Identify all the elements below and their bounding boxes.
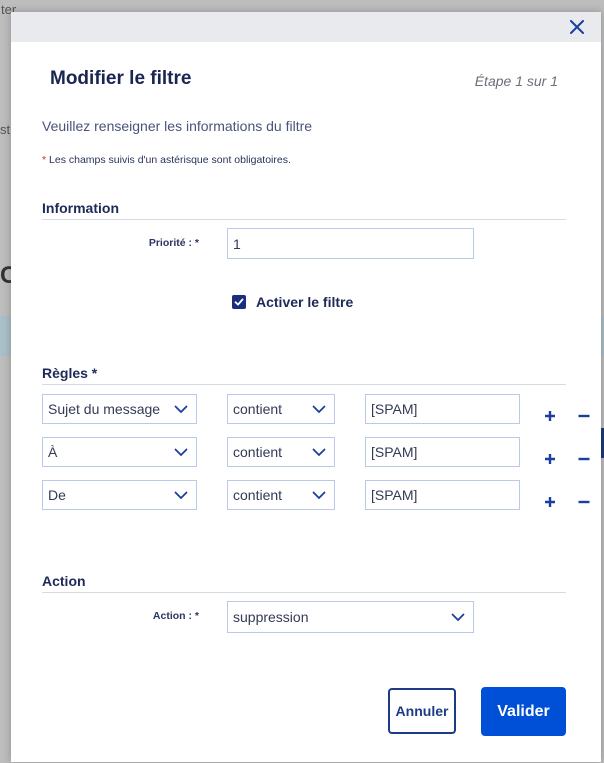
section-title-rules: Règles *	[42, 365, 98, 381]
dialog-header-bar	[11, 12, 601, 42]
close-icon	[570, 20, 584, 34]
rule-operator-select[interactable]: contient	[227, 437, 335, 467]
remove-rule-button[interactable]	[577, 409, 591, 423]
rule-field-value: De	[48, 487, 66, 503]
rule-field-select[interactable]: Sujet du message	[42, 394, 197, 424]
rule-value-text: [SPAM]	[371, 444, 418, 460]
chevron-down-icon	[312, 491, 326, 500]
cancel-button[interactable]: Annuler	[388, 688, 456, 734]
rule-operator-select[interactable]: contient	[227, 480, 335, 510]
plus-icon	[545, 497, 555, 507]
close-button[interactable]	[567, 17, 587, 37]
priority-label: Priorité : *	[148, 237, 199, 249]
required-note-text: Les champs suivis d'un astérisque sont o…	[46, 154, 291, 166]
action-value: suppression	[233, 609, 309, 625]
minus-icon	[578, 414, 590, 418]
rule-operator-value: contient	[233, 444, 283, 460]
rule-field-select[interactable]: À	[42, 437, 197, 467]
activate-filter-label[interactable]: Activer le filtre	[256, 294, 353, 310]
section-divider	[42, 592, 566, 593]
priority-input[interactable]: 1	[227, 228, 474, 259]
section-divider	[42, 219, 566, 220]
chevron-down-icon	[312, 405, 326, 414]
section-title-action: Action	[42, 573, 86, 589]
activate-filter-checkbox[interactable]	[232, 295, 246, 309]
minus-icon	[578, 457, 590, 461]
dialog-title: Modifier le filtre	[50, 68, 192, 89]
rule-field-value: Sujet du message	[48, 401, 161, 417]
checkmark-icon	[234, 298, 244, 306]
rule-value-text: [SPAM]	[371, 401, 418, 417]
rule-field-value: À	[48, 444, 58, 460]
chevron-down-icon	[312, 448, 326, 457]
minus-icon	[578, 500, 590, 504]
rule-operator-select[interactable]: contient	[227, 394, 335, 424]
chevron-down-icon	[451, 613, 465, 622]
rule-value-input[interactable]: [SPAM]	[365, 394, 520, 424]
action-select[interactable]: suppression	[227, 601, 474, 633]
priority-value: 1	[233, 235, 241, 252]
plus-icon	[545, 411, 555, 421]
dialog-intro: Veuillez renseigner les informations du …	[42, 118, 313, 134]
rule-value-input[interactable]: [SPAM]	[365, 437, 520, 467]
remove-rule-button[interactable]	[577, 452, 591, 466]
chevron-down-icon	[174, 405, 188, 414]
chevron-down-icon	[174, 491, 188, 500]
rule-operator-value: contient	[233, 401, 283, 417]
action-label: Action : *	[152, 610, 199, 622]
rule-value-input[interactable]: [SPAM]	[365, 480, 520, 510]
add-rule-button[interactable]	[543, 409, 557, 423]
add-rule-button[interactable]	[543, 452, 557, 466]
step-indicator: Étape 1 sur 1	[474, 73, 558, 89]
submit-button[interactable]: Valider	[481, 687, 566, 736]
required-fields-note: * Les champs suivis d'un astérisque sont…	[42, 154, 291, 166]
add-rule-button[interactable]	[543, 495, 557, 509]
background-text: st	[0, 122, 11, 137]
background-band	[0, 316, 11, 356]
rule-field-select[interactable]: De	[42, 480, 197, 510]
edit-filter-dialog: Modifier le filtre Étape 1 sur 1 Veuille…	[11, 12, 601, 762]
remove-rule-button[interactable]	[577, 495, 591, 509]
chevron-down-icon	[174, 448, 188, 457]
section-title-information: Information	[42, 200, 119, 216]
plus-icon	[545, 454, 555, 464]
rule-operator-value: contient	[233, 487, 283, 503]
rule-value-text: [SPAM]	[371, 487, 418, 503]
section-divider	[42, 384, 566, 385]
